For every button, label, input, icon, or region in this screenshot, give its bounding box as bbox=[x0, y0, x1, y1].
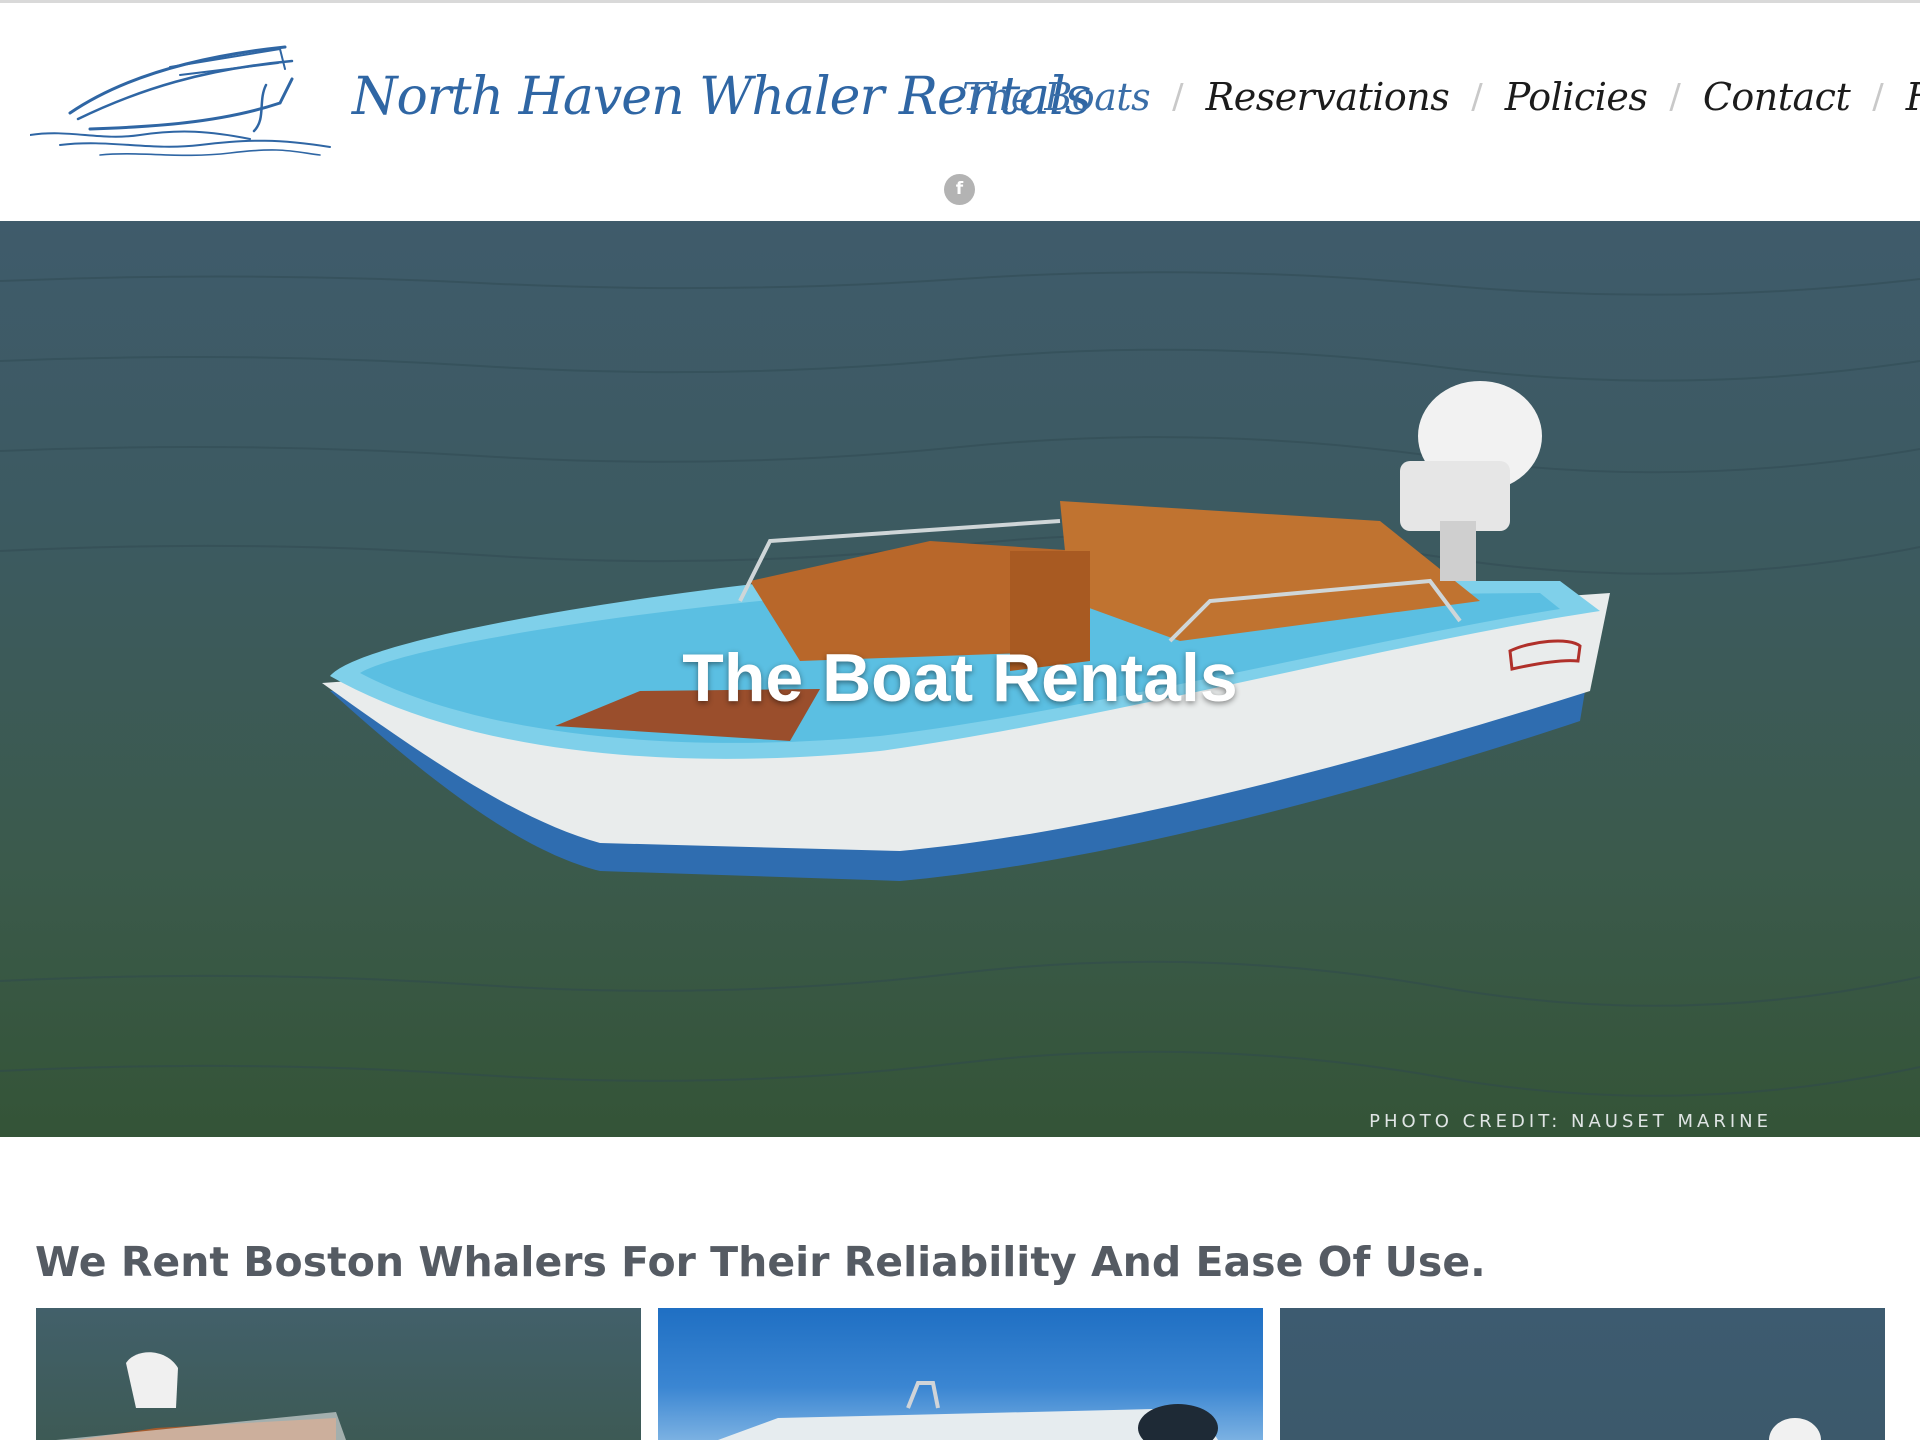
photo-credit: PHOTO CREDIT: NAUSET MARINE bbox=[1369, 1111, 1772, 1132]
main-nav: The Boats / Reservations / Policies / Co… bbox=[962, 67, 1920, 127]
boat-gallery-image[interactable] bbox=[1280, 1308, 1885, 1440]
boat-gallery-image[interactable] bbox=[36, 1308, 641, 1440]
section-heading: We Rent Boston Whalers For Their Reliabi… bbox=[35, 1238, 1486, 1286]
site-header: North Haven Whaler Rentals The Boats / R… bbox=[0, 3, 1920, 221]
nav-contact[interactable]: Contact bbox=[1703, 75, 1851, 119]
nav-policies[interactable]: Policies bbox=[1505, 75, 1648, 119]
facebook-link[interactable]: f bbox=[944, 174, 975, 205]
nav-reservations[interactable]: Reservations bbox=[1206, 75, 1450, 119]
hero-banner: The Boat Rentals PHOTO CREDIT: NAUSET MA… bbox=[0, 221, 1920, 1137]
nav-separator: / bbox=[1471, 77, 1483, 117]
nav-separator: / bbox=[1669, 77, 1681, 117]
boat-photo-3 bbox=[1769, 1418, 1821, 1440]
boat-gallery-image[interactable] bbox=[658, 1308, 1263, 1440]
boat-photo-2 bbox=[718, 1381, 1218, 1440]
boat-logo-icon bbox=[30, 45, 331, 157]
boat-photo-1 bbox=[56, 1352, 346, 1440]
nav-faq[interactable]: FAQ bbox=[1906, 75, 1920, 119]
site-logo-link[interactable]: North Haven Whaler Rentals bbox=[30, 39, 1091, 164]
hero-title: The Boat Rentals bbox=[682, 640, 1238, 716]
facebook-icon: f bbox=[955, 179, 964, 199]
nav-the-boats[interactable]: The Boats bbox=[962, 75, 1151, 119]
nav-separator: / bbox=[1172, 77, 1184, 117]
nav-separator: / bbox=[1872, 77, 1884, 117]
